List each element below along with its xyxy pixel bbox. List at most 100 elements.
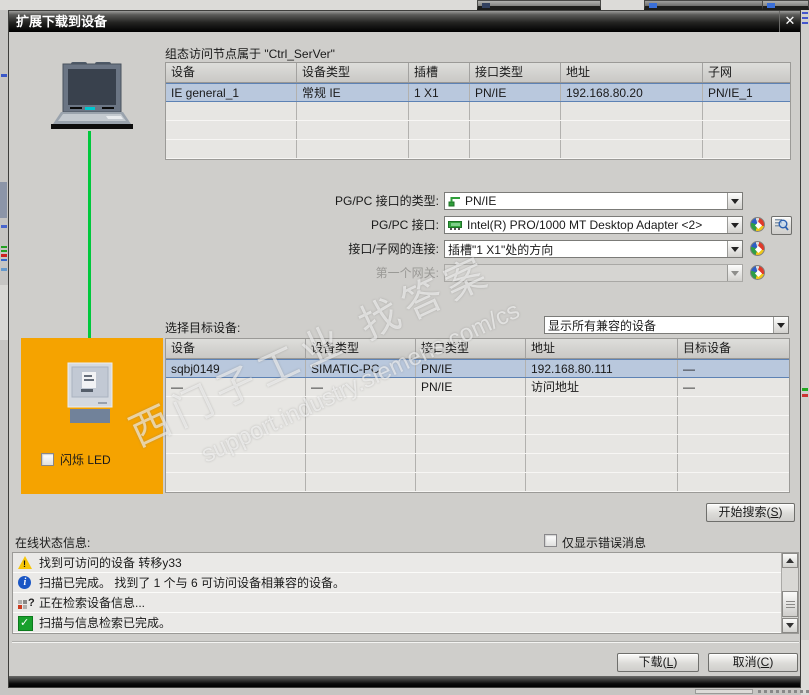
table-cell (409, 121, 470, 139)
pgpc-type-combo[interactable]: PN/IE (444, 192, 743, 210)
laptop-icon (51, 62, 133, 129)
table-row[interactable]: — — PN/IE 访问地址 — (166, 378, 789, 397)
table-cell (306, 397, 416, 415)
close-button[interactable]: ✕ (779, 11, 800, 32)
table-cell: 访问地址 (526, 378, 678, 396)
combo-arrow[interactable] (727, 193, 742, 209)
flash-led-checkbox[interactable] (41, 453, 54, 466)
subnet-connection-value: 插槽"1 X1"处的方向 (448, 242, 554, 257)
table-cell (470, 102, 561, 120)
table-cell: sqbj0149 (166, 360, 306, 377)
combo-arrow[interactable] (773, 317, 788, 333)
table-cell (306, 454, 416, 472)
extended-download-dialog: 扩展下载到设备 ✕ 组态访问节点属于 "Ctrl_SerVer" 设备 设备类型插… (8, 10, 801, 688)
message-list: 找到可访问的设备 转移y33 扫描已完成。 找到了 1 个与 6 可访问设备相兼容… (12, 552, 799, 634)
download-button[interactable]: 下载(L) (617, 653, 699, 672)
pgpc-interface-combo[interactable]: Intel(R) PRO/1000 MT Desktop Adapter <2> (444, 216, 743, 234)
scrollbar-down-button[interactable] (782, 618, 798, 633)
column-header: 设备 (166, 63, 297, 82)
table-cell (306, 416, 416, 434)
combo-arrow[interactable] (727, 241, 742, 257)
filter-value: 显示所有兼容的设备 (548, 318, 657, 333)
table-cell (703, 140, 790, 158)
pgpc-interface-value: Intel(R) PRO/1000 MT Desktop Adapter <2> (467, 218, 703, 232)
background-right-sliver (801, 10, 809, 695)
table-cell (703, 121, 790, 139)
connection-line (88, 131, 91, 365)
only-errors-checkbox[interactable] (544, 534, 557, 547)
table-cell (526, 454, 678, 472)
cancel-button[interactable]: 取消(C) (708, 653, 798, 672)
table-cell: SIMATIC-PC (306, 360, 416, 377)
select-target-label: 选择目标设备: (165, 321, 241, 335)
table-row[interactable]: sqbj0149 SIMATIC-PC PN/IE 192.168.80.111 — (166, 359, 789, 378)
table-row (166, 397, 789, 416)
column-header: 子网 (708, 65, 733, 79)
network-adapter-icon (448, 220, 463, 231)
subnet-connection-combo[interactable]: 插槽"1 X1"处的方向 (444, 240, 743, 258)
table-cell (526, 397, 678, 415)
table-cell: PN/IE (416, 360, 526, 377)
dialog-bottom-edge (9, 676, 800, 687)
scrollbar-thumb[interactable] (782, 591, 798, 617)
table-cell (166, 397, 306, 415)
table-cell (526, 416, 678, 434)
table-cell: — (683, 380, 695, 394)
combo-arrow[interactable] (727, 217, 742, 233)
table-cell (470, 121, 561, 139)
table-cell (561, 121, 703, 139)
message-text: 正在检索设备信息... (39, 596, 146, 610)
scrollbar[interactable] (781, 553, 798, 633)
table-cell (678, 435, 789, 453)
message-row: 正在检索设备信息... (13, 593, 781, 613)
table-cell (470, 140, 561, 158)
table-cell (703, 102, 790, 120)
column-header: 接口类型 (470, 63, 561, 82)
query-icon (17, 596, 35, 610)
table-cell (166, 140, 297, 158)
table-cell (166, 416, 306, 434)
gateway-status-sphere-icon (750, 265, 765, 280)
compatible-devices-filter-combo[interactable]: 显示所有兼容的设备 (544, 316, 789, 334)
column-header: 地址 (561, 63, 703, 82)
flash-led-row: 闪烁 LED (41, 451, 111, 468)
separator (12, 641, 799, 643)
subnet-connection-label: 接口/子网的连接: (348, 242, 439, 256)
table-cell (166, 435, 306, 453)
gateway-combo (444, 264, 743, 282)
only-errors-label: 仅显示错误消息 (562, 536, 647, 550)
info-icon (17, 575, 34, 590)
pgpc-interface-label: PG/PC 接口: (370, 218, 439, 232)
column-header: 设备 (166, 339, 306, 358)
background-left-sliver (0, 10, 8, 695)
table-cell: PN/IE (470, 84, 561, 101)
scrollbar-up-button[interactable] (782, 553, 798, 568)
table-cell (297, 102, 409, 120)
titlebar[interactable]: 扩展下载到设备 ✕ (9, 11, 800, 32)
table-cell (409, 140, 470, 158)
table-cell: 1 X1 (409, 84, 470, 101)
target-device-panel: 闪烁 LED (21, 338, 163, 494)
table-row[interactable]: IE general_1 常规 IE 1 X1 PN/IE 192.168.80.20 P… (166, 83, 790, 102)
warning-icon (17, 555, 34, 570)
table-row (166, 140, 790, 159)
table-cell (297, 121, 409, 139)
start-search-button[interactable]: 开始搜索(S) (706, 503, 795, 522)
table-cell (416, 416, 526, 434)
table-cell: PN/IE_1 (708, 86, 753, 100)
table-cell (306, 473, 416, 491)
background-toolbar-strip (0, 0, 809, 10)
table-cell: PN/IE (416, 378, 526, 396)
column-header: 地址 (526, 339, 678, 358)
column-header: 设备类型 (297, 63, 409, 82)
table-cell: 常规 IE (297, 84, 409, 101)
table-cell: IE general_1 (166, 84, 297, 101)
table-cell: 192.168.80.20 (561, 84, 703, 101)
topology-view-icon (482, 3, 490, 8)
column-header: 目标设备 (683, 341, 732, 355)
column-header: 接口类型 (416, 339, 526, 358)
table-cell (678, 397, 789, 415)
browse-interface-button[interactable] (771, 216, 792, 235)
message-text: 找到可访问的设备 转移y33 (39, 556, 182, 570)
table-cell: 192.168.80.111 (526, 360, 678, 377)
